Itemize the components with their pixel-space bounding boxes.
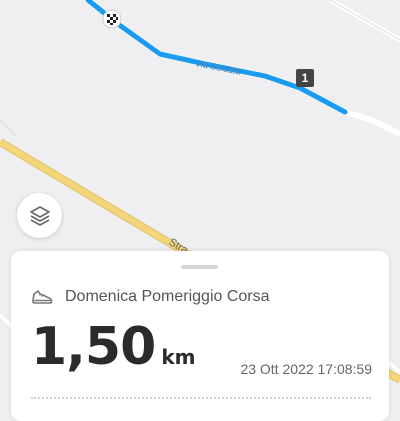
- drag-handle[interactable]: [181, 265, 218, 269]
- distance-readout: 1,50 km: [31, 317, 195, 377]
- lap-marker-label: 1: [302, 71, 309, 85]
- lap-marker[interactable]: 1: [296, 69, 314, 87]
- activity-summary-sheet[interactable]: Domenica Pomeriggio Corsa 1,50 km 23 Ott…: [11, 251, 389, 421]
- activity-title: Domenica Pomeriggio Corsa: [65, 288, 270, 305]
- finish-flag-icon[interactable]: [102, 9, 122, 29]
- divider: [31, 397, 371, 399]
- distance-unit: km: [161, 345, 196, 369]
- map-layers-button[interactable]: [17, 193, 62, 238]
- layers-icon: [29, 205, 50, 226]
- distance-value: 1,50: [31, 317, 156, 377]
- running-shoe-icon: [32, 290, 53, 304]
- activity-timestamp: 23 Ott 2022 17:08:59: [240, 361, 372, 377]
